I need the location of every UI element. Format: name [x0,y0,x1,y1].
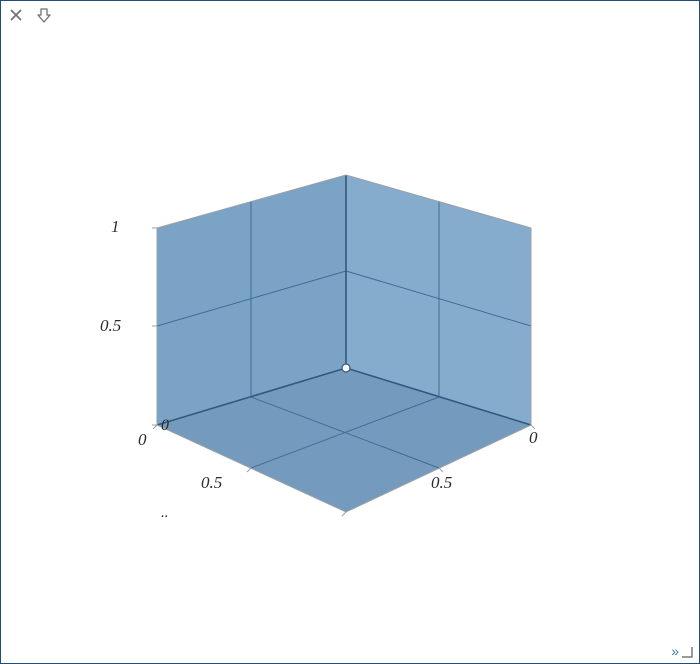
corner-controls: » [671,643,693,659]
down-arrow-icon [36,7,52,23]
z-tick-1: 1 [111,217,120,237]
x-tick-0: 0 [529,428,538,448]
z-tick-0.5: 0.5 [100,316,121,336]
plot-frame: 1 0.5 0 0.5 .. 0 0.5 0 » [0,0,700,664]
close-icon [9,8,23,22]
chart-3d[interactable]: 1 0.5 0 0.5 .. 0 0.5 0 [1,25,699,639]
resize-handle-icon[interactable] [679,644,693,658]
z-tick-0: 0 [161,417,169,435]
toolbar [7,5,53,25]
y-tick-0: 0 [138,430,147,450]
export-button[interactable] [35,6,53,24]
close-button[interactable] [7,6,25,24]
y-tick-0.5: 0.5 [201,473,222,493]
more-icon[interactable]: » [671,643,677,659]
y-tick-1-truncated: .. [161,505,169,522]
x-tick-0.5: 0.5 [431,473,452,493]
